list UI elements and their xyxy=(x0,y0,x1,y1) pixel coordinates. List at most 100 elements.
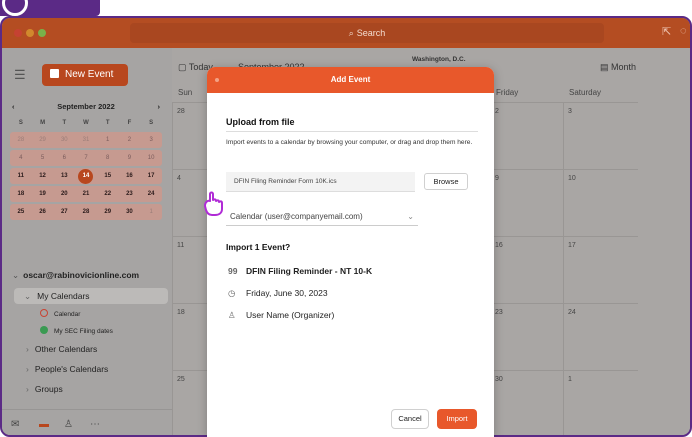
sidebar-item-groups[interactable]: › Groups xyxy=(26,384,63,394)
day-cell[interactable]: 18 xyxy=(172,303,210,370)
mini-calendar-day[interactable]: 1 xyxy=(96,132,119,148)
calendar-color-dot[interactable] xyxy=(40,309,48,317)
calendar-select[interactable]: Calendar (user@companyemail.com) ⌄ xyxy=(226,208,418,226)
quote-icon: 99 xyxy=(228,266,238,276)
mini-calendar-day[interactable]: 20 xyxy=(53,186,76,202)
day-cell[interactable]: 10 xyxy=(563,169,638,236)
mini-calendar-day[interactable]: 31 xyxy=(75,132,97,148)
import-button[interactable]: Import xyxy=(437,409,477,429)
sidebar-item-sec-filing[interactable]: My SEC Filing dates xyxy=(40,326,113,335)
day-cell[interactable]: 2 xyxy=(490,102,563,169)
mini-calendar-day[interactable]: 23 xyxy=(118,186,141,202)
sidebar-item-other-calendars[interactable]: › Other Calendars xyxy=(26,344,97,354)
mini-calendar-day[interactable]: 16 xyxy=(118,168,141,184)
day-cell[interactable]: 24 xyxy=(563,303,638,370)
day-header: Saturday xyxy=(569,88,602,97)
account-header[interactable]: ⌄ oscar@rabinovicionline.com xyxy=(12,270,139,281)
mini-calendar-day[interactable]: 25 xyxy=(10,204,32,220)
dialog-title: Add Event xyxy=(330,75,371,84)
mini-calendar-day[interactable]: 17 xyxy=(140,168,162,184)
chevron-down-icon: ⌄ xyxy=(12,270,20,280)
mini-calendar-day[interactable]: 7 xyxy=(75,150,97,166)
day-cell[interactable]: 9 xyxy=(490,169,563,236)
mini-calendar-day[interactable]: 18 xyxy=(10,186,32,202)
sidebar-item-label: People's Calendars xyxy=(34,364,109,374)
mini-calendar-day[interactable]: 4 xyxy=(10,150,32,166)
mini-calendar-day[interactable]: 13 xyxy=(53,168,76,184)
day-cell[interactable]: 17 xyxy=(563,236,638,303)
mini-calendar-day[interactable]: 24 xyxy=(140,186,162,202)
sidebar-item-label: Other Calendars xyxy=(34,344,98,354)
event-date-row: ◷ Friday, June 30, 2023 xyxy=(228,288,328,299)
mini-calendar-day[interactable]: 1 xyxy=(140,204,162,220)
notification-icon[interactable]: ◌ xyxy=(680,25,687,37)
day-cell[interactable]: 25 xyxy=(172,370,210,435)
view-selector[interactable]: ▤ Month xyxy=(600,62,636,73)
day-header: Sun xyxy=(178,88,193,97)
mini-calendar-day[interactable]: 9 xyxy=(118,150,141,166)
mini-calendar-day[interactable]: 21 xyxy=(75,186,97,202)
mini-calendar-day[interactable]: 11 xyxy=(10,168,32,184)
close-window-button[interactable] xyxy=(14,29,22,37)
cancel-button[interactable]: Cancel xyxy=(391,409,429,429)
day-cell[interactable]: 23 xyxy=(490,303,563,370)
divider xyxy=(226,131,478,132)
day-cell[interactable]: 30 xyxy=(490,370,563,435)
mini-calendar-day[interactable]: 10 xyxy=(140,150,162,166)
weekday-label: T xyxy=(62,120,67,126)
mini-calendar-day[interactable]: 30 xyxy=(53,132,76,148)
upload-description: Import events to a calendar by browsing … xyxy=(226,139,473,146)
day-cell[interactable]: 16 xyxy=(490,236,563,303)
day-cell[interactable]: 3 xyxy=(563,102,638,169)
sidebar-item-calendar[interactable]: Calendar xyxy=(40,309,80,318)
mini-calendar-grid: S M T W T F S 28 29 30 31 1 2 3 4 5 6 7 8 9 10 11 12 13 14 15 16 17… xyxy=(10,116,162,220)
mini-calendar-day[interactable]: 28 xyxy=(75,204,97,220)
next-month-icon[interactable]: › xyxy=(158,100,161,114)
file-name-field[interactable]: DFIN Filing Reminder Form 10K.ics xyxy=(226,172,415,192)
sidebar-toggle-icon[interactable]: ☰ xyxy=(14,67,26,83)
prev-month-icon[interactable]: ‹ xyxy=(12,100,15,114)
new-event-label: New Event xyxy=(65,69,114,80)
mini-calendar-day[interactable]: 19 xyxy=(31,186,54,202)
search-input[interactable]: ⌕ Search xyxy=(130,23,604,43)
day-number: 1 xyxy=(568,376,572,383)
zoom-window-button[interactable] xyxy=(38,29,46,37)
day-cell[interactable]: 11 xyxy=(172,236,210,303)
mini-calendar-day[interactable]: 26 xyxy=(31,204,54,220)
mini-calendar-day[interactable]: 14 xyxy=(75,168,97,184)
mini-calendar-day[interactable]: 29 xyxy=(96,204,119,220)
mini-calendar: ‹ September 2022 › S M T W T F S 28 29 30 31 1 2 3 4 5 6… xyxy=(10,100,162,220)
day-cell[interactable]: 1 xyxy=(563,370,638,435)
mini-calendar-day[interactable]: 27 xyxy=(53,204,76,220)
mini-calendar-day[interactable]: 12 xyxy=(31,168,54,184)
browse-button[interactable]: Browse xyxy=(424,173,468,190)
calendar-color-dot[interactable] xyxy=(40,326,48,334)
day-number: 2 xyxy=(495,108,499,115)
mini-calendar-day[interactable]: 8 xyxy=(96,150,119,166)
share-icon[interactable]: ⇱ xyxy=(662,25,671,38)
day-number: 24 xyxy=(568,309,576,316)
sidebar-item-peoples-calendars[interactable]: › People's Calendars xyxy=(26,364,108,374)
minimize-window-button[interactable] xyxy=(26,29,34,37)
day-cell[interactable]: 28 xyxy=(172,102,210,169)
import-title: Import 1 Event? xyxy=(226,242,291,252)
event-date: Friday, June 30, 2023 xyxy=(246,288,328,298)
new-event-button[interactable]: New Event xyxy=(42,64,128,86)
chevron-down-icon: ⌄ xyxy=(407,212,414,221)
mini-calendar-day[interactable]: 15 xyxy=(96,168,119,184)
mini-calendar-day[interactable]: 22 xyxy=(96,186,119,202)
sidebar-item-my-calendars[interactable]: ⌄ My Calendars xyxy=(14,288,168,304)
calendar-icon[interactable]: ▬ xyxy=(39,419,49,430)
mini-calendar-day[interactable]: 5 xyxy=(31,150,54,166)
mini-calendar-day[interactable]: 30 xyxy=(118,204,141,220)
mini-calendar-day[interactable]: 29 xyxy=(31,132,54,148)
more-icon[interactable]: ⋯ xyxy=(90,419,100,430)
mini-calendar-day[interactable]: 6 xyxy=(53,150,76,166)
account-email: oscar@rabinovicionline.com xyxy=(23,270,140,280)
dialog-dot-icon xyxy=(215,78,219,82)
people-icon[interactable]: ♙ xyxy=(64,419,73,430)
mini-calendar-day[interactable]: 2 xyxy=(118,132,141,148)
mini-calendar-day[interactable]: 28 xyxy=(10,132,32,148)
mail-icon[interactable]: ✉ xyxy=(11,419,19,430)
mini-calendar-day[interactable]: 3 xyxy=(140,132,162,148)
